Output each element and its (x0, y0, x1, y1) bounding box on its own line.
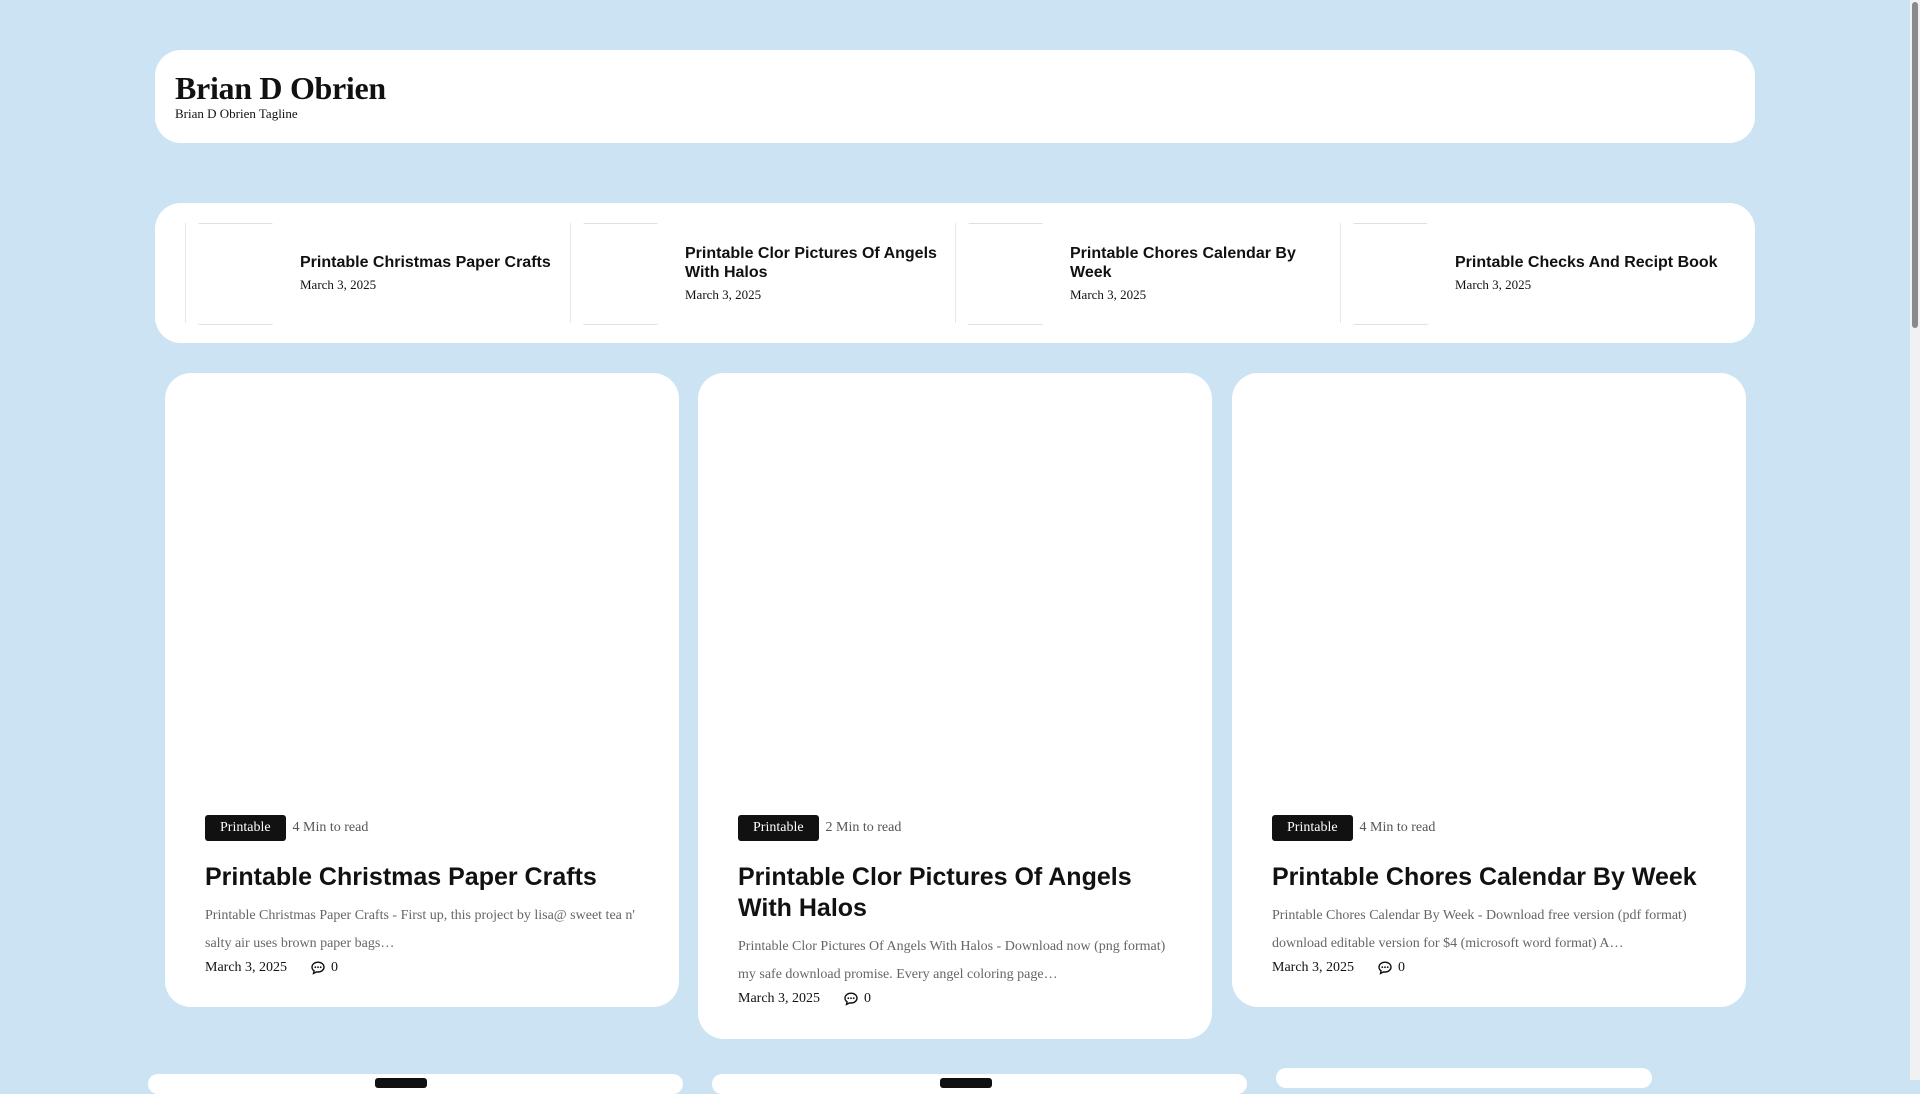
site-title[interactable]: Brian D Obrien (175, 72, 386, 104)
category-badge[interactable]: Printable (738, 815, 819, 841)
post-thumbnail[interactable] (1340, 223, 1440, 325)
post-thumbnail[interactable] (185, 223, 285, 325)
strip-post-date: March 3, 2025 (300, 277, 377, 292)
comment-count[interactable]: 0 (864, 991, 871, 1007)
post-date: March 3, 2025 (205, 960, 288, 975)
post-date: March 3, 2025 (738, 991, 821, 1006)
next-post-card (148, 1074, 683, 1094)
category-badge[interactable]: Printable (205, 815, 286, 841)
read-time: 2 Min to read (825, 820, 902, 835)
next-post-card (1276, 1068, 1652, 1088)
next-post-card (712, 1074, 1247, 1094)
comment-icon[interactable] (843, 991, 859, 1007)
strip-post[interactable]: Printable Checks And Recipt Book March 3… (1340, 223, 1725, 325)
scrollbar-thumb[interactable] (1912, 2, 1918, 328)
strip-post-title[interactable]: Printable Clor Pictures Of Angels With H… (685, 244, 950, 282)
category-badge[interactable]: Printable (1272, 815, 1353, 841)
post-title[interactable]: Printable Christmas Paper Crafts (205, 862, 639, 893)
post-title[interactable]: Printable Chores Calendar By Week (1272, 862, 1706, 893)
strip-post-title[interactable]: Printable Chores Calendar By Week (1070, 244, 1335, 282)
strip-post[interactable]: Printable Chores Calendar By Week March … (955, 223, 1340, 325)
post-thumbnail[interactable] (570, 223, 670, 325)
post-excerpt: Printable Christmas Paper Crafts - First… (205, 908, 635, 951)
site-header: Brian D Obrien Brian D Obrien Tagline (155, 50, 1755, 143)
comment-count[interactable]: 0 (331, 960, 338, 976)
strip-post-date: March 3, 2025 (1070, 286, 1147, 302)
post-card: Printable 4 Min to read Printable Christ… (165, 373, 679, 1007)
site-tagline: Brian D Obrien Tagline (175, 106, 298, 121)
comment-icon[interactable] (1377, 960, 1393, 976)
post-card: Printable 4 Min to read Printable Chores… (1232, 373, 1746, 1007)
post-excerpt: Printable Chores Calendar By Week - Down… (1272, 908, 1687, 951)
strip-post-date: March 3, 2025 (685, 286, 762, 302)
strip-post-title[interactable]: Printable Christmas Paper Crafts (300, 253, 565, 272)
recent-posts-strip: Printable Christmas Paper Crafts March 3… (155, 203, 1755, 343)
post-excerpt: Printable Clor Pictures Of Angels With H… (738, 939, 1166, 982)
read-time: 4 Min to read (1359, 820, 1436, 835)
strip-post-title[interactable]: Printable Checks And Recipt Book (1455, 253, 1720, 272)
strip-post-date: March 3, 2025 (1455, 277, 1532, 292)
strip-post[interactable]: Printable Clor Pictures Of Angels With H… (570, 223, 955, 325)
post-title[interactable]: Printable Clor Pictures Of Angels With H… (738, 862, 1172, 924)
comment-count[interactable]: 0 (1398, 960, 1405, 976)
post-date: March 3, 2025 (1272, 960, 1355, 975)
strip-post[interactable]: Printable Christmas Paper Crafts March 3… (185, 223, 570, 325)
page-scrollbar[interactable] (1910, 0, 1920, 1080)
post-thumbnail[interactable] (955, 223, 1055, 325)
read-time: 4 Min to read (292, 820, 369, 835)
post-card: Printable 2 Min to read Printable Clor P… (698, 373, 1212, 1039)
comment-icon[interactable] (310, 960, 326, 976)
